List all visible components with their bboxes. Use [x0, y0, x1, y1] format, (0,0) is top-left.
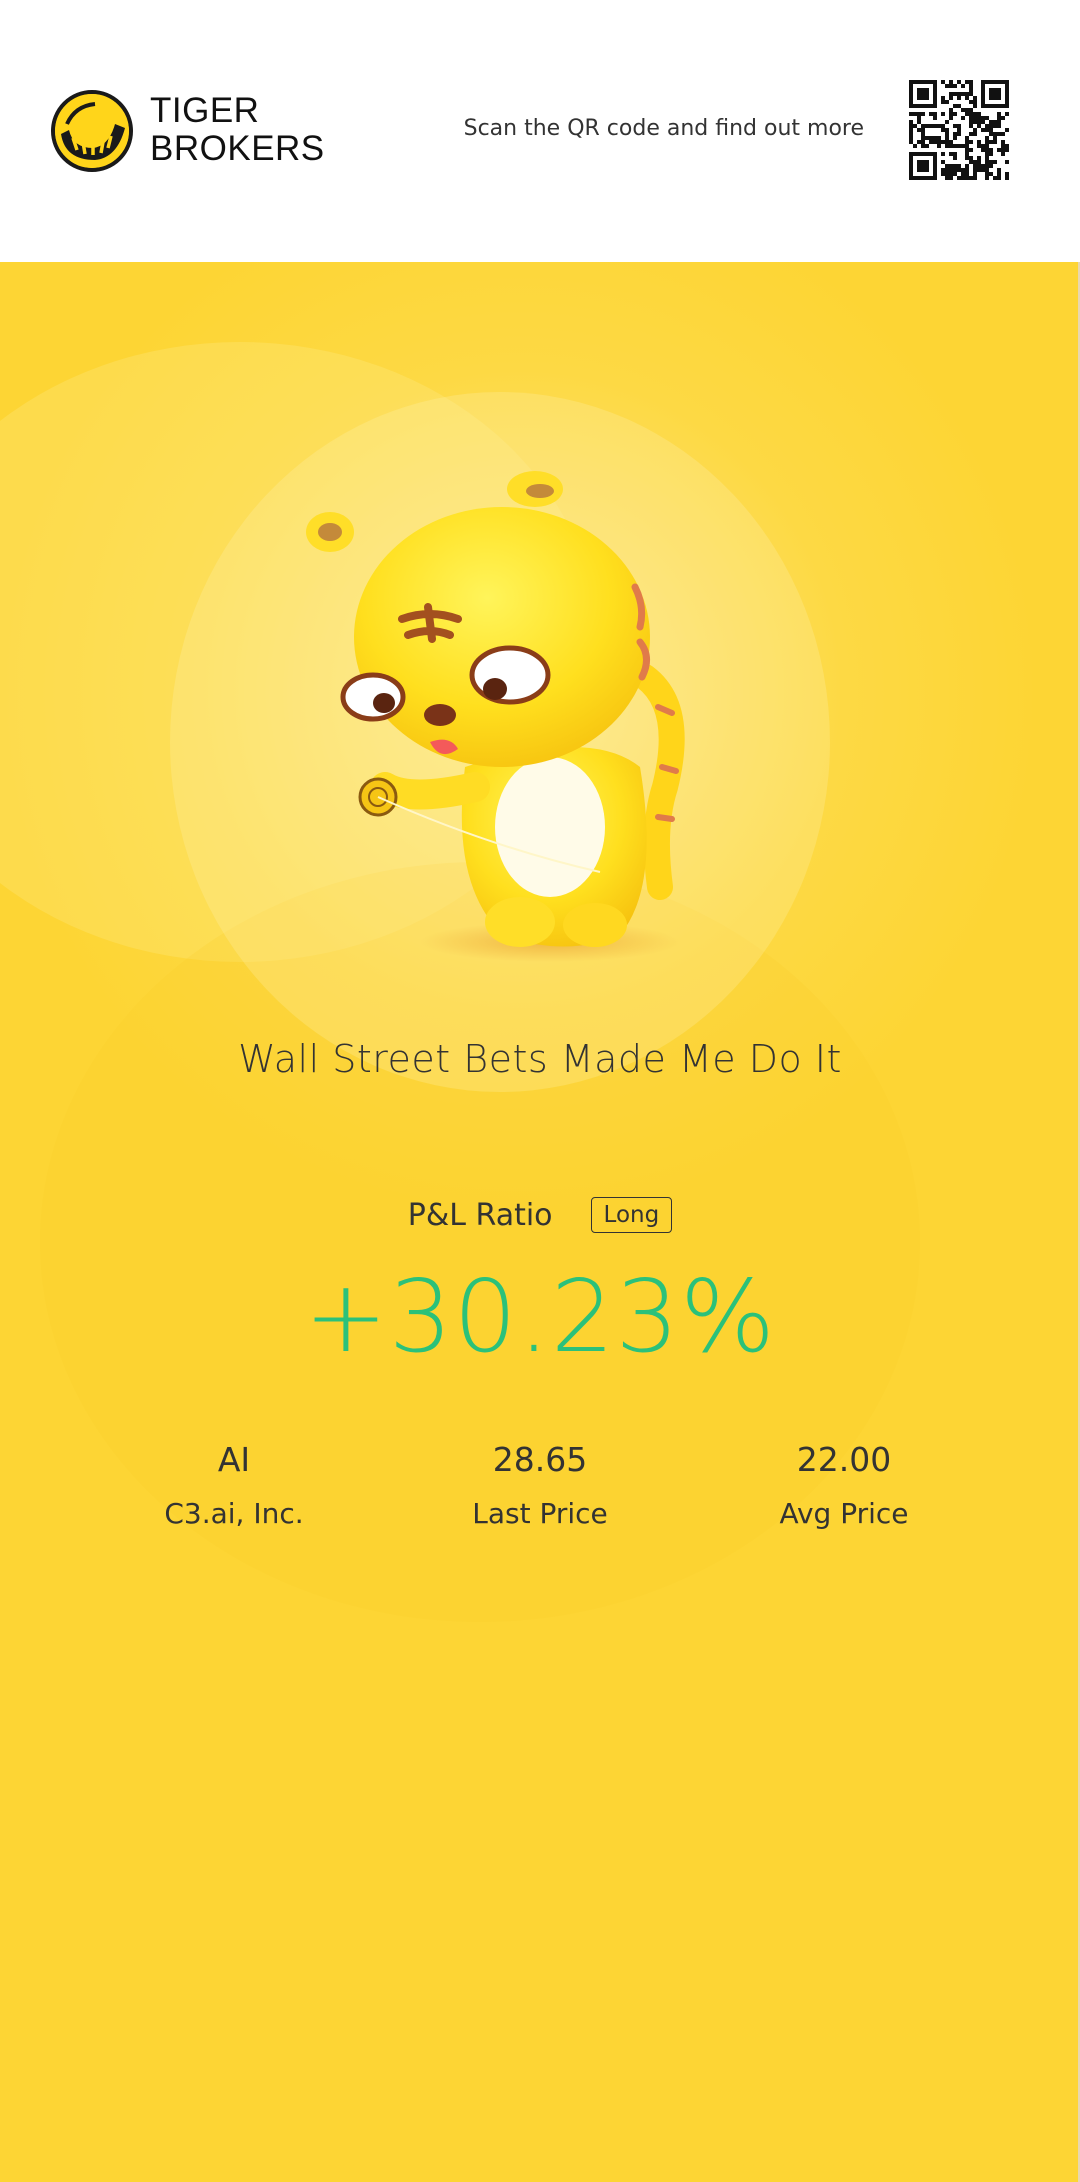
- pl-ratio-row: P&L Ratio Long: [0, 1192, 1080, 1238]
- stat-avg-price: 22.00 Avg Price: [694, 1440, 994, 1532]
- card-title: Wall Street Bets Made Me Do It: [238, 1037, 842, 1081]
- stat-label: C3.ai, Inc.: [164, 1497, 304, 1530]
- brand-line-2: BROKERS: [150, 129, 325, 168]
- qr-code-icon[interactable]: [909, 80, 1009, 180]
- stat-value: 22.00: [796, 1440, 892, 1479]
- pl-ratio-value: +30.23%: [303, 1258, 777, 1375]
- stat-value: 28.65: [492, 1440, 588, 1479]
- tiger-mascot-illustration: [306, 471, 685, 962]
- stat-symbol: AI C3.ai, Inc.: [84, 1440, 384, 1532]
- share-card: Wall Street Bets Made Me Do It P&L Ratio…: [0, 262, 1080, 2182]
- position-badge: Long: [590, 1197, 673, 1233]
- scan-qr-caption: Scan the QR code and find out more: [463, 116, 864, 141]
- stat-label: Avg Price: [779, 1497, 909, 1530]
- brand-line-1: TIGER: [150, 91, 260, 130]
- pl-ratio-label: P&L Ratio: [407, 1197, 553, 1233]
- stat-value: AI: [217, 1440, 251, 1479]
- stat-last-price: 28.65 Last Price: [390, 1440, 690, 1532]
- tiger-logo-icon: [51, 90, 133, 172]
- stats-row: AI C3.ai, Inc. 28.65 Last Price 22.00 Av…: [0, 1440, 1080, 1560]
- brand-name: TIGER BROKERS: [150, 92, 325, 168]
- header: TIGER BROKERS Scan the QR code and find …: [0, 0, 1080, 262]
- stat-label: Last Price: [472, 1497, 608, 1530]
